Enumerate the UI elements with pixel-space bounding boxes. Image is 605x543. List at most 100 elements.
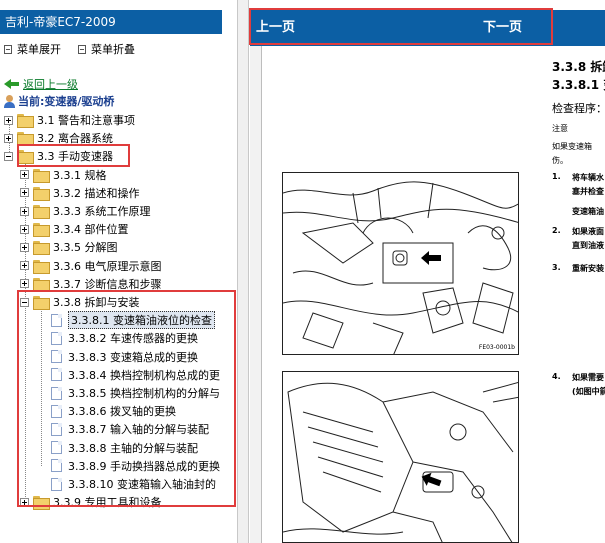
expand-toggle-icon[interactable] bbox=[20, 188, 29, 198]
toc-folder-item[interactable]: 3.3.5 分解图 bbox=[20, 238, 118, 256]
expand-toggle-icon[interactable] bbox=[20, 497, 29, 507]
folder-icon bbox=[17, 150, 34, 165]
current-location-label: 当前:变速器/驱动桥 bbox=[18, 95, 115, 108]
prev-page-link[interactable]: 上一页 bbox=[256, 10, 295, 46]
toc-item-label: 3.3.8.7 输入轴的分解与装配 bbox=[68, 423, 209, 437]
step-number: 3. bbox=[552, 263, 561, 272]
section-heading: 3.3.8 拆卸 bbox=[552, 60, 605, 74]
expand-toggle-icon[interactable] bbox=[20, 206, 29, 216]
toc-page-item[interactable]: 3.3.8.6 拨叉轴的更换 bbox=[36, 402, 176, 420]
folder-icon bbox=[33, 186, 50, 201]
toc-page-item[interactable]: 3.3.8.4 换档控制机构总成的更 bbox=[36, 366, 220, 384]
toc-folder-item[interactable]: 3.3 手动变速器 bbox=[4, 147, 113, 165]
caution-text: 伤。 bbox=[552, 156, 568, 165]
folder-icon bbox=[33, 223, 50, 238]
toc-page-item[interactable]: 3.3.8.7 输入轴的分解与装配 bbox=[36, 420, 209, 438]
toc-item-label: 3.2 离合器系统 bbox=[37, 132, 113, 146]
folder-icon bbox=[33, 277, 50, 292]
toc-folder-item[interactable]: 3.3.7 诊断信息和步骤 bbox=[20, 275, 162, 293]
location-icon bbox=[4, 94, 15, 108]
caution-text: 如果变速箱 bbox=[552, 142, 592, 151]
step-text: 变速箱油 bbox=[572, 207, 604, 216]
next-page-link[interactable]: 下一页 bbox=[483, 10, 522, 46]
folder-icon bbox=[33, 205, 50, 219]
folder-icon bbox=[33, 241, 50, 256]
step-text: 重新安装 bbox=[572, 264, 604, 273]
expand-menu-label: 菜单展开 bbox=[17, 43, 61, 56]
expand-toggle-icon[interactable] bbox=[4, 115, 13, 125]
toc-item-label: 3.3.8 拆卸与安装 bbox=[53, 296, 140, 309]
toc-item-label: 3.3.1 规格 bbox=[53, 168, 107, 182]
caution-label: 注意 bbox=[552, 124, 568, 133]
step-number: 4. bbox=[552, 372, 561, 381]
step-text: 塞并检查 bbox=[572, 187, 604, 196]
toc-folder-item[interactable]: 3.3.3 系统工作原理 bbox=[20, 202, 151, 220]
collapse-menu-button[interactable]: 菜单折叠 bbox=[78, 41, 135, 57]
toc-item-label: 3.3.8.5 换档控制机构的分解与 bbox=[68, 387, 220, 400]
expand-toggle-icon[interactable] bbox=[20, 170, 29, 180]
toc-item-label: 3.3.9 专用工具和设备 bbox=[53, 496, 162, 510]
toc-folder-item[interactable]: 3.2 离合器系统 bbox=[4, 129, 113, 147]
toc-page-item[interactable]: 3.3.8.9 手动换挡器总成的更换 bbox=[36, 457, 220, 475]
folder-icon bbox=[33, 296, 50, 310]
page-icon bbox=[51, 441, 62, 455]
page-icon bbox=[51, 386, 62, 400]
page-icon bbox=[51, 313, 62, 327]
back-arrow-icon bbox=[4, 79, 20, 89]
document-pane: 上一页 下一页 3.3.8 拆卸 3.3.8.1 变 检查程序： 注意 如果变速… bbox=[249, 0, 605, 543]
pane-splitter[interactable] bbox=[237, 0, 249, 543]
toc-folder-item[interactable]: 3.3.1 规格 bbox=[20, 166, 107, 184]
step-text: 直到油液 bbox=[572, 241, 604, 250]
procedure-heading: 检查程序： bbox=[552, 102, 605, 115]
page-icon bbox=[51, 477, 62, 491]
toc-folder-item[interactable]: 3.3.6 电气原理示意图 bbox=[20, 257, 162, 275]
expand-menu-button[interactable]: 菜单展开 bbox=[4, 41, 61, 57]
toc-item-label: 3.3.8.3 变速箱总成的更换 bbox=[68, 350, 198, 364]
folder-icon bbox=[33, 496, 50, 511]
toc-folder-item[interactable]: 3.3.8 拆卸与安装 bbox=[20, 293, 140, 311]
toc-item-label: 3.3.7 诊断信息和步骤 bbox=[53, 277, 162, 291]
folder-icon bbox=[17, 132, 34, 147]
expand-toggle-icon[interactable] bbox=[20, 261, 29, 271]
step-text: (如图中箭 bbox=[572, 387, 605, 396]
toc-page-item[interactable]: 3.3.8.10 变速箱输入轴油封的 bbox=[36, 475, 216, 493]
collapse-menu-label: 菜单折叠 bbox=[91, 43, 135, 56]
expand-toggle-icon[interactable] bbox=[20, 224, 29, 234]
expand-toggle-icon[interactable] bbox=[4, 133, 13, 143]
toc-page-item[interactable]: 3.3.8.1 变速箱油液位的检查 bbox=[36, 311, 215, 330]
step-number: 2. bbox=[552, 226, 561, 235]
subsection-heading: 3.3.8.1 变 bbox=[552, 78, 605, 92]
toc-page-item[interactable]: 3.3.8.5 换档控制机构的分解与 bbox=[36, 384, 220, 402]
nav-bar: 上一页 下一页 bbox=[250, 10, 605, 46]
folder-icon bbox=[17, 114, 34, 128]
toc-folder-item[interactable]: 3.3.9 专用工具和设备 bbox=[20, 493, 162, 511]
toc-page-item[interactable]: 3.3.8.2 车速传感器的更换 bbox=[36, 329, 198, 347]
figure-drain-plug bbox=[282, 371, 519, 543]
back-link[interactable]: 返回上一级 bbox=[4, 76, 78, 92]
toc-page-item[interactable]: 3.3.8.8 主轴的分解与装配 bbox=[36, 439, 198, 457]
toc-item-label: 3.1 警告和注意事项 bbox=[37, 114, 135, 127]
toc-item-label: 3.3.3 系统工作原理 bbox=[53, 205, 151, 218]
toc-item-label: 3.3.5 分解图 bbox=[53, 241, 118, 255]
page-margin bbox=[250, 46, 262, 543]
expand-toggle-icon[interactable] bbox=[20, 242, 29, 252]
collapse-toggle-icon[interactable] bbox=[4, 151, 13, 161]
toc-folder-item[interactable]: 3.3.4 部件位置 bbox=[20, 220, 129, 238]
page-icon bbox=[51, 368, 62, 382]
toc-folder-item[interactable]: 3.3.2 描述和操作 bbox=[20, 184, 140, 202]
toc-page-item[interactable]: 3.3.8.3 变速箱总成的更换 bbox=[36, 348, 198, 366]
toc-folder-item[interactable]: 3.1 警告和注意事项 bbox=[4, 111, 135, 129]
page-icon bbox=[51, 422, 62, 436]
toc-item-label: 3.3.8.9 手动换挡器总成的更换 bbox=[68, 459, 220, 473]
expand-toggle-icon[interactable] bbox=[20, 279, 29, 289]
toc-item-label: 3.3.8.10 变速箱输入轴油封的 bbox=[68, 478, 216, 491]
folder-icon bbox=[33, 259, 50, 274]
toc-item-label: 3.3.4 部件位置 bbox=[53, 223, 129, 237]
collapse-toggle-icon[interactable] bbox=[20, 297, 29, 307]
toc-item-label: 3.3.2 描述和操作 bbox=[53, 186, 140, 200]
folder-icon bbox=[33, 168, 50, 183]
expand-menu-icon bbox=[4, 44, 12, 54]
toc-item-label: 3.3.8.8 主轴的分解与装配 bbox=[68, 441, 198, 455]
figure-transmission-fluid-check: FE03-0001b bbox=[282, 172, 519, 355]
app-title: 吉利-帝豪EC7-2009 bbox=[0, 10, 222, 34]
